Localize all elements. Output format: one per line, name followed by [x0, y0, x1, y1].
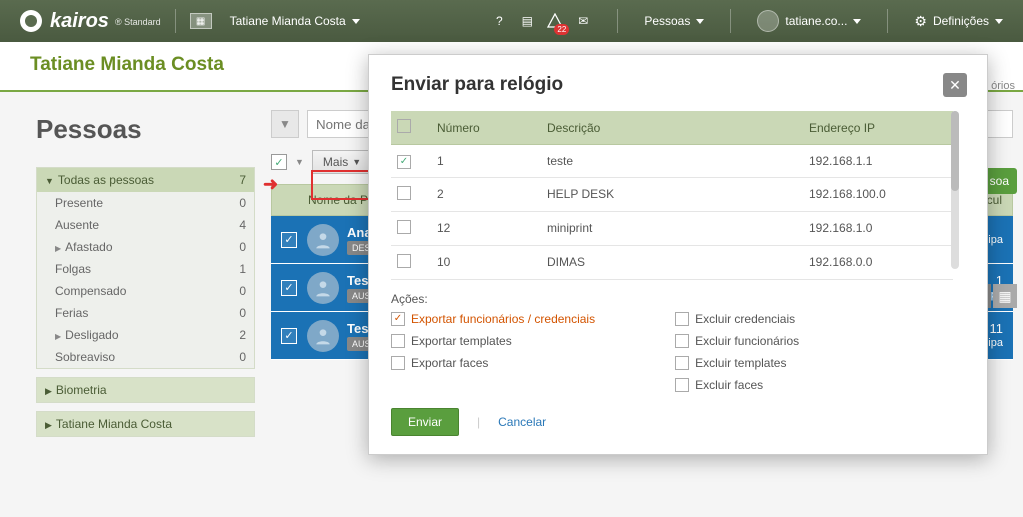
caret-down-icon — [995, 19, 1003, 24]
close-button[interactable]: ✕ — [943, 73, 967, 97]
row-checkbox[interactable]: ✓ — [281, 328, 297, 344]
avatar-icon — [757, 10, 779, 32]
filter-head-all[interactable]: ▼Todas as pessoas 7 — [37, 168, 254, 192]
checkbox[interactable]: ✓ — [391, 312, 405, 326]
breadcrumb-user-label: Tatiane Mianda Costa — [230, 14, 346, 28]
action-export-employees[interactable]: ✓Exportar funcionários / credenciais — [391, 312, 595, 326]
mail-icon[interactable]: ✉ — [575, 13, 591, 29]
scrollbar-thumb[interactable] — [951, 111, 959, 191]
avatar-icon — [307, 272, 339, 304]
dashboard-icon[interactable]: ▦ — [190, 13, 212, 29]
topbar: kairos ® Standard ▦ Tatiane Mianda Costa… — [0, 0, 1023, 42]
clock-row[interactable]: 2HELP DESK192.168.100.0 — [391, 177, 953, 211]
checkbox[interactable] — [675, 356, 689, 370]
filter-group-biometria: ▶Biometria — [36, 377, 255, 403]
filter-head-owner[interactable]: ▶Tatiane Mianda Costa — [37, 412, 254, 436]
action-delete-templates[interactable]: Excluir templates — [675, 356, 799, 370]
red-arrow-icon: ➜ — [263, 174, 278, 195]
logo-text: kairos — [50, 10, 109, 33]
modal-title: Enviar para relógio — [391, 74, 563, 96]
row-checkbox[interactable]: ✓ — [281, 280, 297, 296]
filter-label: Todas as pessoas — [58, 173, 154, 187]
filter-count: 7 — [239, 173, 246, 187]
filter-head-biometria[interactable]: ▶Biometria — [37, 378, 254, 402]
separator — [730, 9, 731, 33]
checkbox[interactable] — [675, 378, 689, 392]
filter-label: Biometria — [56, 383, 107, 397]
col-descricao: Descrição — [541, 111, 803, 145]
filter-item-afastado[interactable]: ▶Afastado0 — [37, 236, 254, 258]
checkbox[interactable] — [391, 356, 405, 370]
filter-group-owner: ▶Tatiane Mianda Costa — [36, 411, 255, 437]
col-ip: Endereço IP — [803, 111, 953, 145]
filter-item-desligado[interactable]: ▶Desligado2 — [37, 324, 254, 346]
select-all-checkbox[interactable]: ✓ — [271, 154, 287, 170]
pessoas-link-label: Pessoas — [644, 14, 690, 28]
filter-item-presente[interactable]: Presente0 — [37, 192, 254, 214]
breadcrumb-user[interactable]: Tatiane Mianda Costa — [230, 14, 360, 28]
logo[interactable]: kairos ® Standard — [20, 10, 161, 33]
filter-group-all: ▼Todas as pessoas 7 Presente0 Ausente4 ▶… — [36, 167, 255, 369]
clock-row[interactable]: ✓1teste192.168.1.1 — [391, 145, 953, 178]
logo-icon — [20, 10, 42, 32]
send-button[interactable]: Enviar — [391, 408, 459, 436]
settings-label: Definições — [933, 14, 989, 28]
cancel-button[interactable]: Cancelar — [498, 415, 546, 429]
row-checkbox[interactable] — [397, 186, 411, 200]
help-icon[interactable]: ? — [491, 13, 507, 29]
filter-button[interactable]: ▼ — [271, 110, 299, 138]
row-checkbox[interactable]: ✓ — [397, 155, 411, 169]
caret-down-icon — [696, 19, 704, 24]
calculator-icon[interactable]: ▤ — [519, 13, 535, 29]
clock-row[interactable]: 12miniprint192.168.1.0 — [391, 211, 953, 245]
pessoas-link[interactable]: Pessoas — [644, 14, 704, 28]
settings-menu[interactable]: ⚙ Definições — [914, 13, 1003, 30]
separator — [617, 9, 618, 33]
caret-down-icon — [352, 19, 360, 24]
section-heading: Pessoas — [36, 114, 255, 145]
mais-button-label: Mais — [323, 155, 348, 169]
avatar-icon — [307, 320, 339, 352]
modal-send-to-clock: Enviar para relógio ✕ Número Descrição E… — [368, 54, 988, 455]
action-delete-credentials[interactable]: Excluir credenciais — [675, 312, 799, 326]
filter-item-compensado[interactable]: Compensado0 — [37, 280, 254, 302]
alert-badge: 22 — [554, 24, 569, 35]
separator — [175, 9, 176, 33]
filter-item-sobreaviso[interactable]: Sobreaviso0 — [37, 346, 254, 368]
checkbox[interactable] — [391, 334, 405, 348]
alert-icon[interactable]: 22 — [547, 13, 563, 29]
gear-icon: ⚙ — [914, 13, 927, 30]
row-checkbox[interactable]: ✓ — [281, 232, 297, 248]
logo-subtitle: ® Standard — [115, 17, 161, 27]
clock-row[interactable]: 10DIMAS192.168.0.0 — [391, 245, 953, 279]
checkbox[interactable] — [675, 334, 689, 348]
separator: | — [477, 415, 480, 429]
sidebar: Pessoas ▼Todas as pessoas 7 Presente0 Au… — [0, 92, 265, 445]
filter-item-folgas[interactable]: Folgas1 — [37, 258, 254, 280]
caret-down-icon[interactable]: ▼ — [295, 157, 304, 167]
filter-item-ferias[interactable]: Ferias0 — [37, 302, 254, 324]
relatorios-link[interactable]: órios — [991, 80, 1015, 92]
row-checkbox[interactable] — [397, 254, 411, 268]
scrollbar[interactable] — [951, 111, 959, 269]
action-export-faces[interactable]: Exportar faces — [391, 356, 595, 370]
account-label: tatiane.co... — [785, 14, 847, 28]
header-checkbox[interactable] — [397, 119, 411, 133]
separator — [887, 9, 888, 33]
action-delete-employees[interactable]: Excluir funcionários — [675, 334, 799, 348]
filter-label: Tatiane Mianda Costa — [56, 417, 172, 431]
action-export-templates[interactable]: Exportar templates — [391, 334, 595, 348]
row-checkbox[interactable] — [397, 220, 411, 234]
avatar-icon — [307, 224, 339, 256]
clock-table: Número Descrição Endereço IP ✓1teste192.… — [391, 111, 953, 280]
col-numero: Número — [431, 111, 541, 145]
caret-down-icon — [853, 19, 861, 24]
grid-view-icon[interactable]: ▦ — [993, 284, 1017, 308]
filter-item-ausente[interactable]: Ausente4 — [37, 214, 254, 236]
checkbox[interactable] — [675, 312, 689, 326]
action-delete-faces[interactable]: Excluir faces — [675, 378, 799, 392]
actions-label: Ações: — [391, 292, 967, 306]
account-menu[interactable]: tatiane.co... — [757, 10, 861, 32]
